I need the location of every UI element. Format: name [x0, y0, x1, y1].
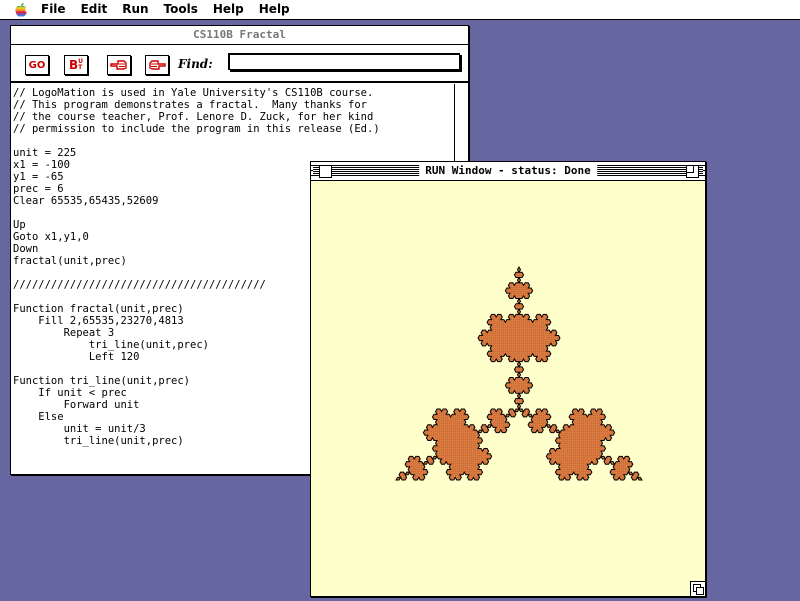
run-canvas[interactable]	[311, 181, 705, 596]
run-title-bar[interactable]: RUN Window - status: Done	[311, 162, 705, 181]
run-window-title: RUN Window - status: Done	[419, 162, 597, 180]
menu-file[interactable]: File	[41, 0, 66, 19]
snowflake-shape	[395, 266, 643, 481]
editor-window-title: CS110B Fractal	[187, 26, 292, 44]
run-window: RUN Window - status: Done	[310, 161, 706, 597]
zoom-box-icon[interactable]	[686, 165, 699, 178]
menu-help-2[interactable]: Help	[259, 0, 290, 19]
bu-button[interactable]: BUT	[64, 55, 88, 75]
editor-title-bar[interactable]: CS110B Fractal	[11, 26, 468, 45]
apple-logo-icon[interactable]	[13, 2, 29, 18]
go-button-label: GO	[28, 59, 46, 71]
bu-button-sub: T	[78, 64, 83, 71]
koch-snowflake-drawing	[395, 266, 643, 481]
menu-edit[interactable]: Edit	[81, 0, 108, 19]
menu-run[interactable]: Run	[122, 0, 148, 19]
find-input[interactable]	[228, 53, 460, 70]
grow-box-icon[interactable]	[690, 581, 705, 596]
pointing-hand-left-icon	[110, 60, 127, 70]
close-box-icon[interactable]	[319, 165, 332, 178]
editor-toolbar: GO BUT Find:	[11, 45, 468, 83]
go-button[interactable]: GO	[25, 55, 49, 75]
bu-button-label: B	[68, 58, 79, 72]
step-back-button[interactable]	[107, 55, 131, 75]
menu-help[interactable]: Help	[213, 0, 244, 19]
menu-tools[interactable]: Tools	[164, 0, 198, 19]
find-label: Find:	[178, 57, 213, 71]
pointing-hand-right-icon	[149, 60, 166, 70]
menu-bar: File Edit Run Tools Help Help	[0, 0, 800, 20]
step-forward-button[interactable]	[145, 55, 169, 75]
